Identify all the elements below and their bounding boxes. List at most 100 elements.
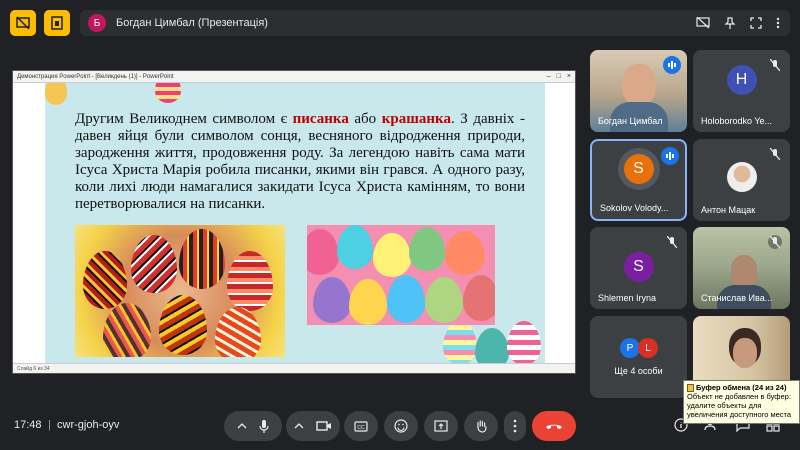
- colored-egg: [409, 227, 445, 271]
- slide-text-part: або: [348, 111, 382, 127]
- presenter-label: Богдан Цимбал (Презентація): [116, 17, 268, 29]
- ppt-window-title: Демонстрация PowerPoint - [Великдень (1)…: [17, 73, 174, 80]
- participant-face: [733, 338, 757, 368]
- chevron-up-icon[interactable]: [294, 423, 304, 429]
- colored-egg: [445, 231, 485, 275]
- colored-egg: [373, 233, 411, 277]
- slide-highlight-pysanka: писанка: [292, 111, 349, 127]
- pysanky-photo: [75, 225, 285, 357]
- slide-text: Другим Великоднем символом є писанка або…: [75, 111, 525, 213]
- mic-off-icon: [768, 235, 782, 249]
- mic-icon[interactable]: [259, 419, 269, 433]
- tooltip-body: Объект не добавлен в буфер: удалите объе…: [687, 392, 792, 419]
- emoji-icon: [394, 419, 408, 433]
- present-now-button[interactable]: [424, 411, 458, 441]
- pysanka: [227, 251, 273, 311]
- participant-tile[interactable]: S Shlemen Iryna: [590, 227, 687, 309]
- ppt-titlebar: Демонстрация PowerPoint - [Великдень (1)…: [13, 71, 575, 83]
- participant-avatar: H: [726, 65, 757, 95]
- participant-name: Антон Мацак: [701, 205, 756, 215]
- decor-egg: [475, 328, 509, 364]
- tooltip-title: Буфер обмена (24 из 24): [696, 383, 787, 392]
- more-vert-icon: [513, 419, 517, 433]
- colored-egg: [425, 277, 463, 323]
- pysanka: [159, 295, 207, 355]
- participant-avatar: L: [638, 338, 658, 358]
- decor-egg: [45, 83, 67, 105]
- more-participants-tile[interactable]: P L Ще 4 особи: [590, 316, 687, 398]
- screen-share-off-button[interactable]: [10, 10, 36, 36]
- colored-egg: [349, 279, 387, 325]
- decor-egg: [507, 321, 541, 364]
- participant-name: Богдан Цимбал: [598, 116, 663, 126]
- stop-present-icon[interactable]: [696, 17, 710, 29]
- participant-name: Станислав Ива...: [701, 293, 773, 303]
- speaking-indicator-icon: [661, 147, 679, 165]
- separator: |: [48, 419, 51, 431]
- decor-egg: [443, 321, 477, 364]
- participant-avatar: P: [620, 338, 640, 358]
- close-icon: ×: [566, 73, 571, 80]
- participant-name: Shlemen Iryna: [598, 293, 657, 303]
- chevron-up-icon[interactable]: [237, 423, 247, 429]
- pin-icon[interactable]: [724, 17, 736, 29]
- slide: Другим Великоднем символом є писанка або…: [45, 83, 545, 364]
- participant-tile[interactable]: S Sokolov Volody...: [590, 139, 687, 221]
- colored-egg: [313, 277, 351, 323]
- leave-call-button[interactable]: [532, 411, 576, 441]
- colored-egg: [387, 275, 425, 323]
- clipboard-icon: [687, 383, 694, 392]
- fullscreen-icon[interactable]: [750, 17, 762, 29]
- maximize-icon: □: [556, 73, 561, 80]
- present-icon: [434, 420, 448, 432]
- speaking-indicator-icon: [663, 56, 681, 74]
- present-button[interactable]: [44, 10, 70, 36]
- colored-egg: [307, 229, 339, 275]
- pysanka: [215, 307, 261, 357]
- decor-egg: [155, 83, 181, 103]
- camera-control[interactable]: [286, 411, 340, 441]
- meeting-code: cwr-gjoh-oyv: [57, 419, 120, 431]
- more-options-button[interactable]: [504, 411, 526, 441]
- ppt-statusbar: Слайд 6 из 34: [13, 363, 575, 373]
- mic-off-icon: [768, 58, 782, 72]
- raise-hand-button[interactable]: [464, 411, 498, 441]
- participant-tile[interactable]: Антон Мацак: [693, 139, 790, 221]
- participant-avatar: S: [623, 252, 654, 282]
- pysanka: [83, 251, 127, 309]
- minimize-icon: –: [546, 73, 551, 80]
- participant-tile[interactable]: Станислав Ива...: [693, 227, 790, 309]
- participant-photo: [726, 162, 757, 192]
- presentation-window: Демонстрация PowerPoint - [Великдень (1)…: [12, 70, 576, 374]
- presenter-avatar: Б: [88, 14, 106, 32]
- clipboard-tooltip: Буфер обмена (24 из 24) Объект не добавл…: [683, 380, 800, 424]
- participant-tile[interactable]: H Holoborodko Ye...: [693, 50, 790, 132]
- emoji-button[interactable]: [384, 411, 418, 441]
- present-icon: [51, 16, 63, 30]
- participant-face: [731, 255, 757, 289]
- presenter-bar: Б Богдан Цимбал (Презентація): [80, 10, 790, 36]
- mic-control[interactable]: [224, 411, 282, 441]
- camera-icon[interactable]: [316, 420, 332, 432]
- participant-avatar: S: [623, 154, 654, 184]
- captions-button[interactable]: CC: [344, 411, 378, 441]
- svg-text:CC: CC: [357, 425, 365, 431]
- captions-icon: CC: [354, 420, 368, 432]
- pysanka: [179, 229, 225, 289]
- end-call-icon: [546, 424, 562, 429]
- colored-egg: [463, 275, 495, 321]
- participant-name: Sokolov Volody...: [600, 203, 669, 213]
- hand-icon: [476, 420, 487, 433]
- pysanka: [103, 303, 151, 357]
- pysanka: [131, 235, 177, 293]
- more-participants-label: Ще 4 особи: [614, 366, 663, 376]
- mic-off-icon: [665, 235, 679, 249]
- no-screen-icon: [16, 16, 30, 30]
- mic-off-icon: [768, 147, 782, 161]
- more-vert-icon[interactable]: [776, 17, 780, 29]
- participant-tile[interactable]: Богдан Цимбал: [590, 50, 687, 132]
- slide-text-part: Другим Великоднем символом є: [75, 111, 293, 127]
- colored-egg: [337, 225, 373, 269]
- participant-face: [622, 64, 656, 106]
- slide-highlight-krashanka: крашанка: [381, 111, 451, 127]
